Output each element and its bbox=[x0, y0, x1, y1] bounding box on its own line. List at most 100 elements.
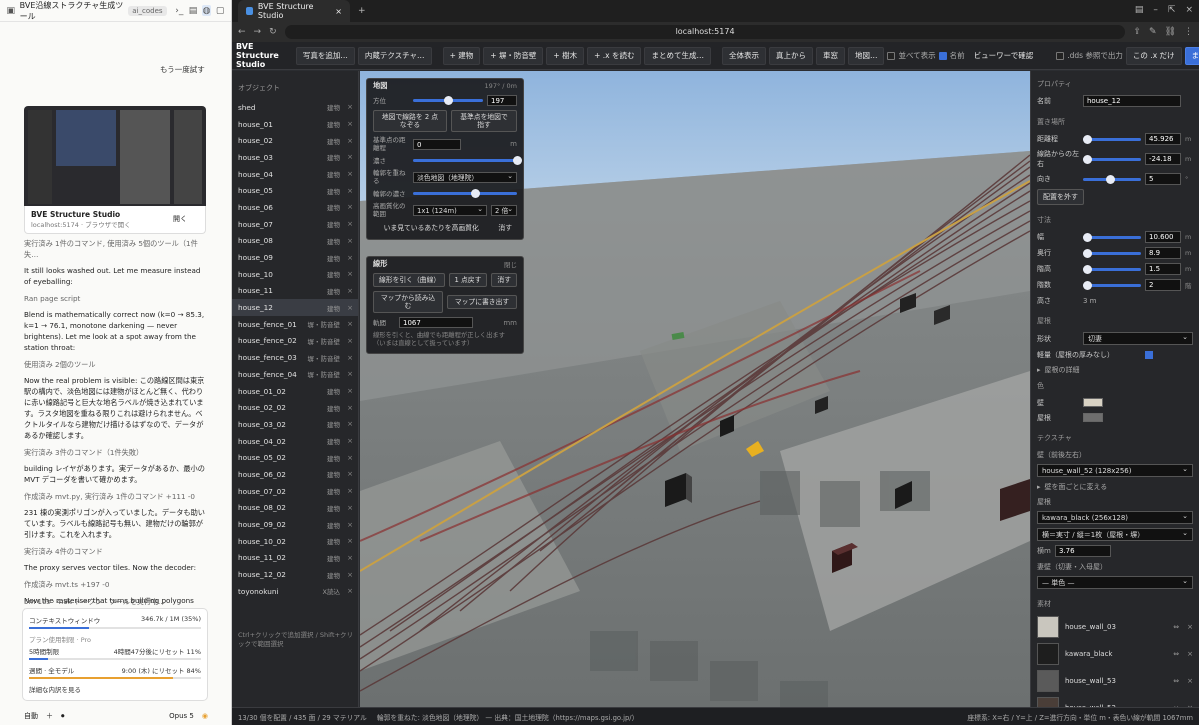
set-basepoint-button[interactable]: 基準点を地図で指す bbox=[451, 110, 517, 132]
object-row[interactable]: house_03 建物 × bbox=[232, 149, 358, 166]
material-item[interactable]: kawara_black ⇔ × bbox=[1031, 640, 1199, 667]
export-all-button[interactable]: まとめて書き出し bbox=[1184, 46, 1199, 65]
rotation-slider[interactable] bbox=[1083, 174, 1141, 184]
forward-icon[interactable]: → bbox=[254, 27, 262, 37]
line-clear-button[interactable]: 消す bbox=[491, 273, 517, 287]
terminal-icon[interactable]: ›_ bbox=[175, 5, 185, 16]
material-item[interactable]: house_wall_53 ⇔ × bbox=[1031, 667, 1199, 694]
swap-icon[interactable]: ⇔ bbox=[1173, 677, 1179, 685]
tile-width-input[interactable]: 3.76 bbox=[1055, 545, 1111, 557]
offset-slider[interactable] bbox=[1083, 154, 1141, 164]
gable-select[interactable]: — 単色 — bbox=[1037, 575, 1193, 589]
hires-select[interactable]: 1x1 (124m) bbox=[413, 204, 487, 216]
reload-icon[interactable]: ↻ bbox=[269, 27, 277, 37]
delete-object-icon[interactable]: × bbox=[347, 571, 353, 579]
object-row[interactable]: house_fence_04 塀・防音壁 × bbox=[232, 366, 358, 383]
material-item[interactable]: house_wall_03 ⇔ × bbox=[1031, 613, 1199, 640]
draw-line-button[interactable]: 線形を引く（曲線） bbox=[373, 273, 445, 287]
minimize-icon[interactable]: – bbox=[1153, 5, 1158, 15]
preview-card[interactable]: BVE Structure Studio localhost:5174 · ブラ… bbox=[24, 206, 206, 234]
object-row[interactable]: house_04 建物 × bbox=[232, 166, 358, 183]
material-item[interactable]: house_wall_52⇔× bbox=[1031, 694, 1199, 707]
map-button[interactable]: 地図… bbox=[847, 46, 885, 65]
dist-input[interactable]: 45.926 bbox=[1145, 133, 1181, 145]
delete-material-icon[interactable]: × bbox=[1187, 623, 1193, 631]
globe-icon[interactable]: ◍ bbox=[201, 5, 212, 16]
tool-summary[interactable]: 実行済み 4件のコマンド bbox=[24, 546, 207, 557]
expand-icon[interactable]: ▸ bbox=[1037, 483, 1041, 491]
line-panel-close[interactable]: 閉じ bbox=[504, 259, 517, 269]
object-row[interactable]: house_fence_02 塀・防音壁 × bbox=[232, 333, 358, 350]
share-icon[interactable]: ⇪ bbox=[1133, 27, 1141, 37]
dds-checkbox[interactable]: .dds 参照で出力 bbox=[1056, 50, 1123, 61]
delete-object-icon[interactable]: × bbox=[347, 320, 353, 328]
mode-select[interactable]: 自動 bbox=[24, 711, 38, 721]
object-row[interactable]: house_07_02 建物 × bbox=[232, 483, 358, 500]
depth-input[interactable]: 8.9 bbox=[1145, 247, 1181, 259]
delete-object-icon[interactable]: × bbox=[347, 120, 353, 128]
delete-object-icon[interactable]: × bbox=[347, 354, 353, 362]
delete-object-icon[interactable]: × bbox=[347, 254, 353, 262]
add-tree-button[interactable]: + 樹木 bbox=[546, 46, 585, 65]
object-row[interactable]: house_fence_01 塀・防音壁 × bbox=[232, 316, 358, 333]
unplace-button[interactable]: 配置を外す bbox=[1037, 189, 1084, 205]
delete-object-icon[interactable]: × bbox=[347, 203, 353, 211]
project-tag[interactable]: ai_codes bbox=[128, 5, 167, 16]
link-icon[interactable]: ⛓ bbox=[1165, 27, 1176, 37]
panel-icon[interactable]: ▤ bbox=[188, 5, 198, 16]
delete-object-icon[interactable]: × bbox=[347, 304, 353, 312]
delete-object-icon[interactable]: × bbox=[347, 404, 353, 412]
object-row[interactable]: house_02 建物 × bbox=[232, 132, 358, 149]
roof-tex-select[interactable]: kawara_black (256x128) bbox=[1037, 510, 1193, 524]
close-window-icon[interactable]: × bbox=[1185, 5, 1193, 15]
swap-icon[interactable]: ⇔ bbox=[1173, 650, 1179, 658]
load-map-button[interactable]: マップから読み込む bbox=[373, 291, 443, 313]
delete-object-icon[interactable]: × bbox=[347, 237, 353, 245]
floor-height-input[interactable]: 1.5 bbox=[1145, 263, 1181, 275]
hires-now-button[interactable]: いま見ているあたりを高画質化 bbox=[373, 222, 489, 234]
trace-line-button[interactable]: 地図で線路を 2 点なぞる bbox=[373, 110, 447, 132]
url-field[interactable]: localhost:5174 bbox=[284, 25, 1126, 39]
object-row[interactable]: house_05_02 建物 × bbox=[232, 449, 358, 466]
width-input[interactable]: 10.600 bbox=[1145, 231, 1181, 243]
batch-generate-button[interactable]: まとめて生成… bbox=[644, 46, 711, 65]
darkness-slider[interactable] bbox=[413, 156, 522, 165]
hires-mult-select[interactable]: 2 倍 bbox=[491, 204, 517, 216]
browser-tab[interactable]: BVE Structure Studio × bbox=[238, 0, 350, 22]
mic-icon[interactable]: ⏺ bbox=[61, 712, 65, 721]
wall-color-swatch[interactable] bbox=[1083, 398, 1103, 407]
floors-input[interactable]: 2 bbox=[1145, 279, 1181, 291]
delete-object-icon[interactable]: × bbox=[347, 370, 353, 378]
delete-object-icon[interactable]: × bbox=[347, 454, 353, 462]
undo-point-button[interactable]: 1 点戻す bbox=[448, 273, 488, 287]
object-row[interactable]: house_01_02 建物 × bbox=[232, 383, 358, 400]
add-building-button[interactable]: + 建物 bbox=[442, 46, 481, 65]
floors-slider[interactable] bbox=[1083, 280, 1141, 290]
object-row[interactable]: house_05 建物 × bbox=[232, 182, 358, 199]
delete-object-icon[interactable]: × bbox=[347, 153, 353, 161]
add-photo-button[interactable]: 写真を追加… bbox=[295, 46, 355, 65]
map-dir-input[interactable]: 197 bbox=[487, 95, 517, 106]
tab-close-icon[interactable]: × bbox=[335, 7, 342, 16]
top-view-button[interactable]: 真上から bbox=[768, 46, 813, 65]
expand-icon[interactable]: ▸ bbox=[1037, 366, 1041, 374]
delete-object-icon[interactable]: × bbox=[347, 554, 353, 562]
retry-link[interactable]: もう一度試す bbox=[160, 64, 205, 75]
delete-object-icon[interactable]: × bbox=[347, 103, 353, 111]
swap-icon[interactable]: ⇔ bbox=[1173, 623, 1179, 631]
name-input[interactable]: house_12 bbox=[1083, 95, 1181, 107]
lightweight-checkbox[interactable] bbox=[1145, 350, 1153, 359]
send-icon[interactable]: ◉ bbox=[202, 712, 208, 720]
tab-list-icon[interactable]: ▤ bbox=[1135, 5, 1144, 15]
delete-object-icon[interactable]: × bbox=[347, 587, 353, 595]
object-row[interactable]: house_12 建物 × bbox=[232, 299, 358, 316]
usage-detail-link[interactable]: 詳細な内訳を見る bbox=[29, 684, 81, 694]
delete-object-icon[interactable]: × bbox=[347, 220, 353, 228]
delete-object-icon[interactable]: × bbox=[347, 187, 353, 195]
width-slider[interactable] bbox=[1083, 232, 1141, 242]
object-row[interactable]: house_02_02 建物 × bbox=[232, 399, 358, 416]
object-row[interactable]: house_08 建物 × bbox=[232, 233, 358, 250]
delete-object-icon[interactable]: × bbox=[347, 287, 353, 295]
object-row[interactable]: house_06_02 建物 × bbox=[232, 466, 358, 483]
delete-object-icon[interactable]: × bbox=[347, 470, 353, 478]
